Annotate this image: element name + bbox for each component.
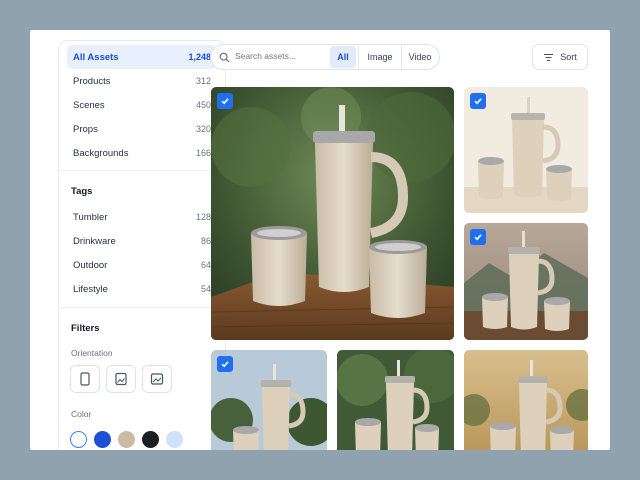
- asset-image: [337, 350, 454, 450]
- checkmark-icon: [221, 98, 229, 105]
- sidebar-item-drinkware[interactable]: Drinkware 86: [67, 229, 217, 253]
- sidebar-item-all-assets[interactable]: All Assets 1,248: [67, 45, 217, 69]
- sort-label: Sort: [560, 52, 577, 62]
- sidebar-item-label: All Assets: [73, 51, 119, 63]
- sidebar-item-count: 64: [200, 260, 211, 270]
- asset-tile-sky[interactable]: [211, 350, 327, 450]
- search-icon: [219, 52, 230, 63]
- sidebar-item-label: Props: [73, 123, 98, 135]
- orientation-label: Orientation: [71, 348, 113, 358]
- sidebar-item-label: Products: [73, 75, 111, 87]
- tags-heading: Tags: [71, 186, 93, 197]
- asset-image: [211, 87, 454, 340]
- search-bar: All Image Video: [210, 44, 440, 70]
- orientation-landscape-button[interactable]: [142, 365, 172, 393]
- sidebar-item-count: 166: [195, 148, 211, 158]
- sidebar-item-count: 320: [195, 124, 211, 134]
- tab-image[interactable]: Image: [359, 46, 401, 68]
- checkmark-icon: [474, 98, 482, 105]
- selected-checkbox[interactable]: [470, 93, 486, 109]
- tab-all[interactable]: All: [330, 46, 356, 68]
- square-image-icon: [115, 372, 127, 386]
- color-swatch-white[interactable]: [70, 431, 87, 448]
- sidebar-item-count: 86: [200, 236, 211, 246]
- sidebar: All Assets 1,248 Products 312 Scenes 450…: [58, 40, 226, 450]
- orientation-portrait-button[interactable]: [70, 365, 100, 393]
- sidebar-item-backgrounds[interactable]: Backgrounds 166: [67, 141, 217, 165]
- color-swatch-black[interactable]: [142, 431, 159, 448]
- sidebar-item-count: 312: [195, 76, 211, 86]
- search-input[interactable]: [235, 51, 325, 61]
- sort-icon: [544, 53, 554, 61]
- checkmark-icon: [221, 361, 229, 368]
- sort-button[interactable]: Sort: [532, 44, 588, 70]
- sidebar-item-label: Outdoor: [73, 259, 108, 271]
- app-window: All Assets 1,248 Products 312 Scenes 450…: [30, 30, 610, 450]
- divider: [59, 307, 225, 308]
- sidebar-item-label: Tumbler: [73, 211, 108, 223]
- sidebar-item-count: 128: [195, 212, 211, 222]
- sidebar-item-label: Lifestyle: [73, 283, 108, 295]
- landscape-image-icon: [150, 373, 164, 385]
- portrait-icon: [80, 372, 90, 386]
- asset-tile-desert[interactable]: [464, 350, 588, 450]
- color-swatch-blue[interactable]: [94, 431, 111, 448]
- sidebar-item-count: 450: [195, 100, 211, 110]
- color-label: Color: [71, 409, 92, 419]
- sidebar-item-products[interactable]: Products 312: [67, 69, 217, 93]
- filters-heading: Filters: [71, 323, 100, 334]
- sidebar-item-outdoor[interactable]: Outdoor 64: [67, 253, 217, 277]
- selected-checkbox[interactable]: [217, 93, 233, 109]
- sidebar-item-lifestyle[interactable]: Lifestyle 54: [67, 277, 217, 301]
- divider: [59, 170, 225, 171]
- checkmark-icon: [474, 234, 482, 241]
- color-swatch-beige[interactable]: [118, 431, 135, 448]
- sidebar-item-label: Drinkware: [73, 235, 116, 247]
- tab-video[interactable]: Video: [402, 46, 438, 68]
- sidebar-item-scenes[interactable]: Scenes 450: [67, 93, 217, 117]
- asset-tile-garden[interactable]: [337, 350, 454, 450]
- selected-checkbox[interactable]: [470, 229, 486, 245]
- asset-tile-forest[interactable]: [211, 87, 454, 340]
- sidebar-item-count: 1,248: [188, 52, 211, 62]
- color-swatch-light-blue[interactable]: [166, 431, 183, 448]
- sidebar-item-label: Scenes: [73, 99, 105, 111]
- asset-tile-mountain[interactable]: [464, 223, 588, 340]
- asset-tile-studio[interactable]: [464, 87, 588, 213]
- selected-checkbox[interactable]: [217, 356, 233, 372]
- asset-image: [464, 350, 588, 450]
- orientation-square-button[interactable]: [106, 365, 136, 393]
- sidebar-item-tumbler[interactable]: Tumbler 128: [67, 205, 217, 229]
- sidebar-item-props[interactable]: Props 320: [67, 117, 217, 141]
- sidebar-item-label: Backgrounds: [73, 147, 129, 159]
- sidebar-item-count: 54: [200, 284, 211, 294]
